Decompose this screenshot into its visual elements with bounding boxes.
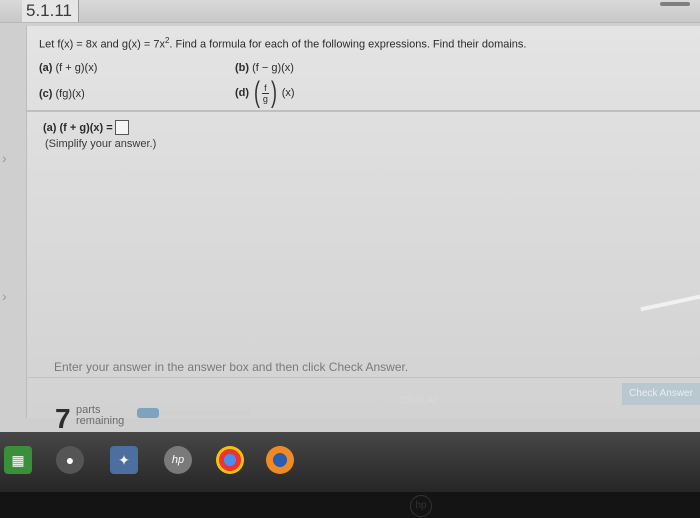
clear-all-button[interactable]: Clear All <box>400 395 437 406</box>
taskbar <box>0 432 700 492</box>
parts-remaining-label: parts remaining <box>76 405 124 427</box>
part-a-label: (a) <box>39 62 53 74</box>
answer-label: (a) (f + g)(x) = <box>43 121 113 134</box>
answer-row: (a) (f + g)(x) = <box>43 120 129 135</box>
chrome-icon[interactable] <box>216 446 244 474</box>
exercise-number: 5.1.11 <box>22 0 80 22</box>
part-a: (a) (f + g)(x) <box>39 62 97 74</box>
top-bar: 5.1.11 <box>0 0 700 23</box>
part-d-expr: (x) <box>281 86 295 99</box>
progress-track <box>160 410 250 416</box>
fraction-f-over-g: ( f g ) <box>254 76 277 109</box>
firefox-icon[interactable] <box>266 446 294 474</box>
part-a-expr: (f + g)(x) <box>55 62 98 74</box>
question-text: Let f(x) = 8x and g(x) = 7x2. Find a for… <box>39 36 526 51</box>
instruction-text: Enter your answer in the answer box and … <box>54 360 409 374</box>
part-c: (c) (fg)(x) <box>39 88 85 100</box>
power-icon[interactable]: ● <box>56 446 84 474</box>
progress-indicator <box>137 408 159 418</box>
left-arrow-icon-2[interactable]: › <box>2 288 7 304</box>
parts-remaining-count: 7 <box>55 403 71 434</box>
hp-icon[interactable]: hp <box>164 446 192 474</box>
part-b-expr: (f − g)(x) <box>252 62 294 74</box>
answer-input-box[interactable] <box>114 120 129 135</box>
remaining-label: remaining <box>76 415 125 427</box>
menu-handle-icon[interactable] <box>660 2 690 6</box>
check-answer-button[interactable]: Check Answer <box>622 383 700 405</box>
app-icon[interactable]: ▦ <box>4 446 32 474</box>
left-arrow-icon[interactable]: › <box>2 150 7 166</box>
question-divider <box>27 110 700 112</box>
footer-divider <box>26 377 700 378</box>
photos-icon[interactable]: ✦ <box>110 446 138 474</box>
simplify-hint: (Simplify your answer.) <box>45 138 157 150</box>
part-c-expr: (fg)(x) <box>55 88 85 100</box>
prompt-prefix: Let f(x) = 8x and g(x) = 7x <box>39 38 165 51</box>
prompt-suffix: . Find a formula for each of the followi… <box>169 38 527 51</box>
part-d: (d) ( f g ) (x) <box>235 78 295 108</box>
screen-bezel <box>0 492 700 518</box>
part-b: (b) (f − g)(x) <box>235 62 294 74</box>
part-b-label: (b) <box>235 62 250 74</box>
fraction-denominator: g <box>262 93 268 104</box>
part-c-label: (c) <box>39 88 53 100</box>
fraction-numerator: f <box>262 82 269 94</box>
part-d-label: (d) <box>235 86 250 99</box>
hp-logo-icon: hp <box>410 495 432 517</box>
